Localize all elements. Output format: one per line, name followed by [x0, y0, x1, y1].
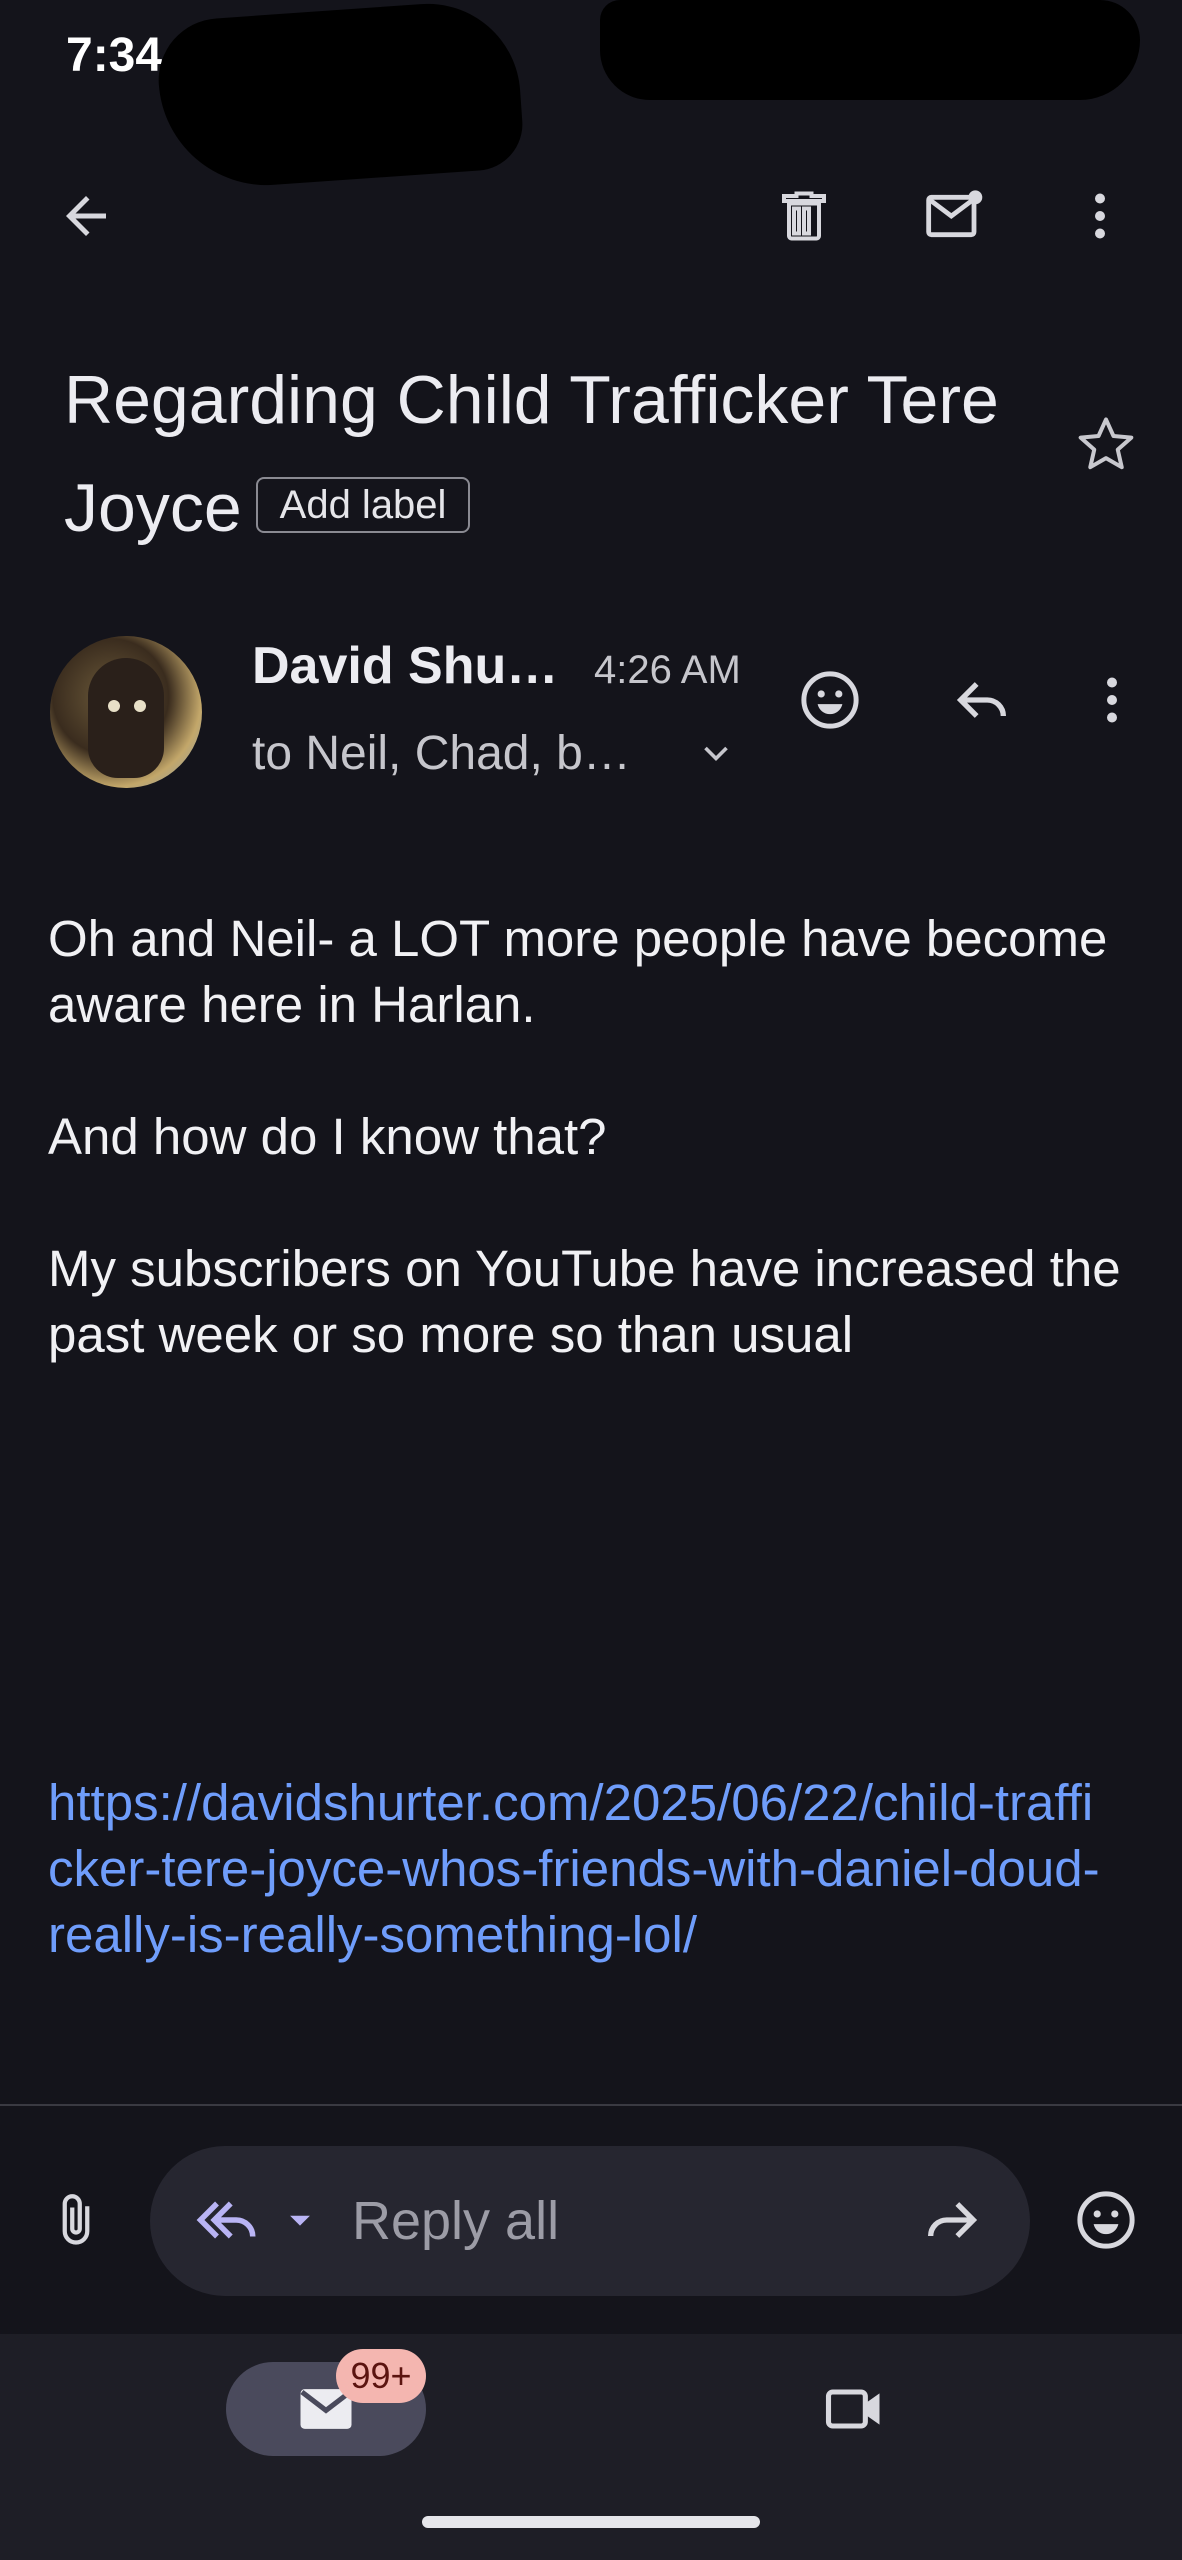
reply-all-placeholder[interactable]: Reply all: [352, 2190, 559, 2252]
video-icon[interactable]: [814, 2369, 894, 2449]
message-link[interactable]: https://davidshurter.com/2025/06/22/chil…: [48, 1770, 1108, 1968]
avatar[interactable]: [50, 636, 202, 788]
body-paragraph: Oh and Neil- a LOT more people have beco…: [48, 910, 1108, 1033]
message-body: Oh and Neil- a LOT more people have beco…: [48, 906, 1128, 1434]
body-paragraph: And how do I know that?: [48, 1108, 607, 1165]
more-vert-icon[interactable]: [1072, 660, 1152, 740]
recipients[interactable]: to Neil, Chad, b…: [252, 726, 631, 781]
divider: [0, 2104, 1182, 2106]
redaction-mark: [600, 0, 1140, 100]
attach-icon[interactable]: [36, 2180, 116, 2260]
dropdown-caret-icon[interactable]: [280, 2200, 320, 2240]
avatar-dog-face: [88, 658, 164, 778]
reply-all-icon[interactable]: [188, 2180, 268, 2260]
forward-icon[interactable]: [912, 2180, 992, 2260]
more-vert-icon[interactable]: [1060, 176, 1140, 256]
trash-icon[interactable]: [764, 176, 844, 256]
email-subject: Regarding Child Trafficker Tere Joyce Add…: [64, 346, 1024, 562]
unread-badge: 99+: [336, 2349, 426, 2403]
home-indicator[interactable]: [422, 2516, 760, 2528]
message-time: 4:26 AM: [594, 648, 741, 692]
status-time: 7:34: [66, 29, 163, 82]
chevron-down-icon[interactable]: [696, 734, 736, 774]
subject-text: Regarding Child Trafficker Tere Joyce: [64, 362, 999, 546]
sender-name[interactable]: David Shu…: [252, 636, 558, 696]
add-label-button[interactable]: Add label: [255, 477, 471, 534]
star-icon[interactable]: [1066, 404, 1146, 484]
redaction-mark: [154, 0, 526, 193]
emoji-icon[interactable]: [1066, 2180, 1146, 2260]
back-icon[interactable]: [46, 176, 126, 256]
body-paragraph: My subscribers on YouTube have increased…: [48, 1240, 1121, 1363]
mark-unread-icon[interactable]: [914, 176, 994, 256]
emoji-icon[interactable]: [790, 660, 870, 740]
reply-icon[interactable]: [942, 660, 1022, 740]
